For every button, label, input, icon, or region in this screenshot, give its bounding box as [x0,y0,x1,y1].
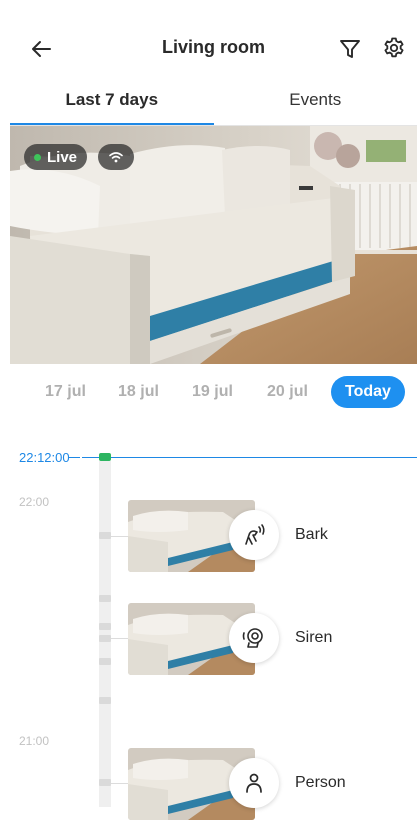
person-icon [246,773,262,793]
bark-icon [245,524,265,545]
timeline-track[interactable] [99,461,111,807]
header: Living room [10,8,417,88]
current-time-label: 22:12:00 [19,450,70,465]
timeline-tick[interactable] [99,779,111,786]
siren-icon-badge [229,613,279,663]
timeline-tick[interactable] [99,595,111,602]
event-label: Person [295,774,346,791]
current-time-marker[interactable] [99,453,111,461]
tab-bar: Last 7 days Events [10,80,417,126]
bark-icon-badge [229,510,279,560]
settings-button[interactable] [381,35,407,61]
event-item-person[interactable]: Person [128,748,417,820]
filter-icon [340,40,360,58]
date-18-jul[interactable]: 18 jul [118,376,159,408]
date-selector: 17 jul 18 jul 19 jul 20 jul Today [10,376,417,410]
event-label: Bark [295,526,328,543]
siren-icon [242,628,263,648]
event-label: Siren [295,629,333,646]
timeline-tick[interactable] [99,532,111,539]
current-time-line-left [68,457,80,458]
live-badge: Live [24,144,88,170]
filter-button[interactable] [337,36,363,62]
tab-events[interactable]: Events [214,80,417,126]
date-17-jul[interactable]: 17 jul [45,376,86,408]
wifi-icon [109,152,123,163]
date-19-jul[interactable]: 19 jul [192,376,233,408]
live-label: Live [47,148,78,166]
person-icon-badge [229,758,279,808]
event-timeline[interactable]: 22:12:00 22:00 21:00 Bark Siren Person [10,428,417,832]
timeline-tick[interactable] [99,658,111,665]
timeline-tick[interactable] [99,623,111,630]
date-today[interactable]: Today [331,376,405,408]
hour-label-22: 22:00 [19,495,50,509]
connection-badge [98,144,134,170]
gear-icon [384,37,404,58]
live-camera-view[interactable]: Live [10,126,417,364]
current-time-line [82,457,417,458]
timeline-tick[interactable] [99,697,111,704]
event-item-siren[interactable]: Siren [128,603,417,675]
tab-last-7-days[interactable]: Last 7 days [10,80,214,126]
event-item-bark[interactable]: Bark [128,500,417,572]
hour-label-21: 21:00 [19,734,50,748]
date-20-jul[interactable]: 20 jul [267,376,308,408]
timeline-tick[interactable] [99,635,111,642]
live-indicator-dot [34,153,41,161]
app-screen: Living room Last 7 days Events Live 17 j… [10,8,417,832]
